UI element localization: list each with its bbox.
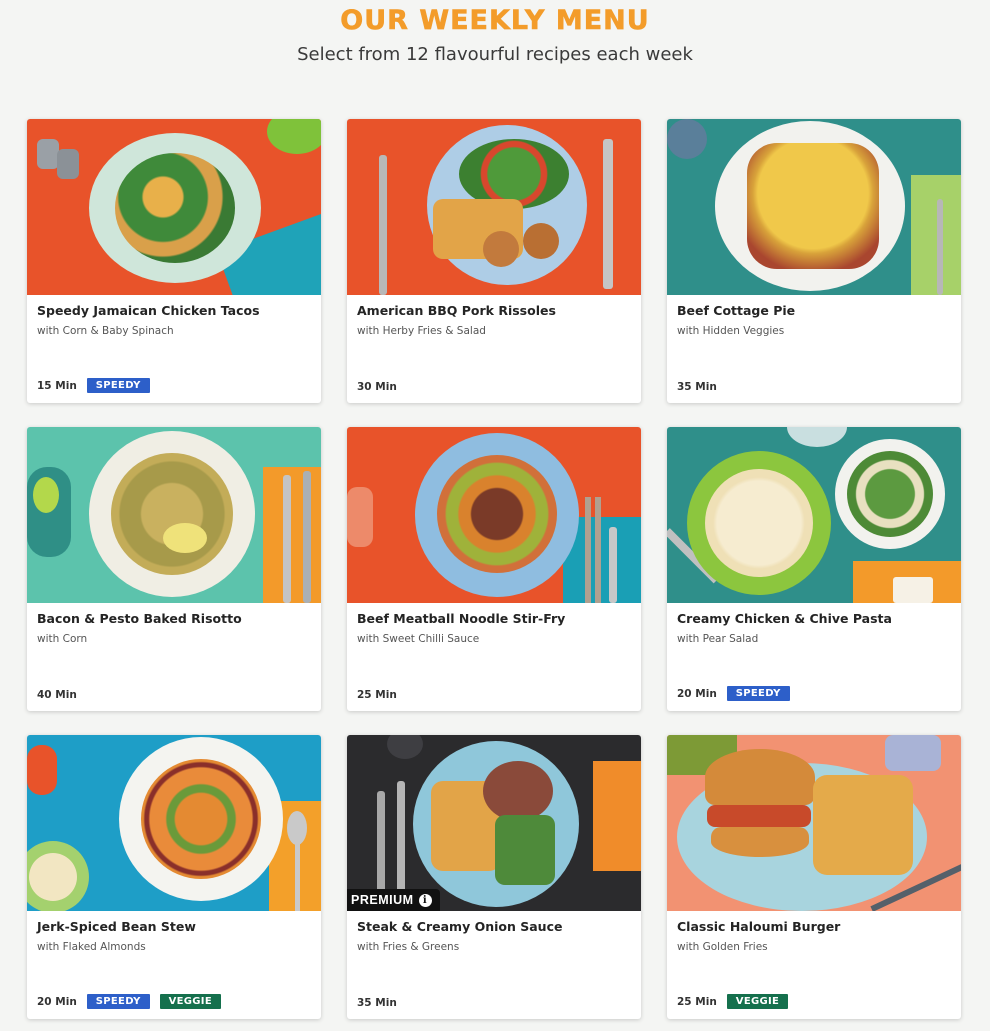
page-title: OUR WEEKLY MENU <box>340 5 650 37</box>
premium-label: PREMIUM <box>351 893 414 907</box>
veggie-tag: VEGGIE <box>726 994 789 1009</box>
recipe-card[interactable]: Jerk-Spiced Bean Stew with Flaked Almond… <box>27 735 321 1019</box>
recipe-subtitle: with Corn & Baby Spinach <box>37 325 174 337</box>
cook-time: 40 Min <box>37 689 77 701</box>
info-icon[interactable]: i <box>418 893 432 907</box>
recipe-photo <box>27 735 321 911</box>
page-subtitle: Select from 12 flavourful recipes each w… <box>297 44 693 65</box>
recipe-name[interactable]: Steak & Creamy Onion Sauce <box>357 920 631 934</box>
recipe-card[interactable]: Bacon & Pesto Baked Risotto with Corn 40… <box>27 427 321 711</box>
speedy-tag: SPEEDY <box>86 994 150 1009</box>
recipe-card[interactable]: Classic Haloumi Burger with Golden Fries… <box>667 735 961 1019</box>
recipe-name[interactable]: American BBQ Pork Rissoles <box>357 304 631 318</box>
recipe-name[interactable]: Creamy Chicken & Chive Pasta <box>677 612 951 626</box>
recipe-photo: PREMIUM i <box>347 735 641 911</box>
recipe-subtitle: with Herby Fries & Salad <box>357 325 486 337</box>
premium-badge[interactable]: PREMIUM i <box>347 889 440 911</box>
recipe-card[interactable]: Beef Meatball Noodle Stir-Fry with Sweet… <box>347 427 641 711</box>
recipe-subtitle: with Sweet Chilli Sauce <box>357 633 480 645</box>
recipe-subtitle: with Pear Salad <box>677 633 759 645</box>
recipe-name[interactable]: Jerk-Spiced Bean Stew <box>37 920 311 934</box>
cook-time: 20 Min <box>677 687 717 700</box>
recipe-photo <box>27 119 321 295</box>
recipe-subtitle: with Corn <box>37 633 88 645</box>
recipe-subtitle: with Hidden Veggies <box>677 325 785 337</box>
cook-time: 35 Min <box>357 997 397 1009</box>
recipe-name[interactable]: Classic Haloumi Burger <box>677 920 951 934</box>
recipe-photo <box>667 427 961 603</box>
recipe-name[interactable]: Speedy Jamaican Chicken Tacos <box>37 304 311 318</box>
recipe-subtitle: with Flaked Almonds <box>37 941 146 953</box>
recipe-photo <box>27 427 321 603</box>
recipe-subtitle: with Golden Fries <box>677 941 768 953</box>
recipe-subtitle: with Fries & Greens <box>357 941 460 953</box>
recipe-grid: Speedy Jamaican Chicken Tacos with Corn … <box>27 119 961 1019</box>
recipe-card[interactable]: Beef Cottage Pie with Hidden Veggies 35 … <box>667 119 961 403</box>
recipe-card[interactable]: American BBQ Pork Rissoles with Herby Fr… <box>347 119 641 403</box>
recipe-photo <box>667 735 961 911</box>
recipe-name[interactable]: Beef Meatball Noodle Stir-Fry <box>357 612 631 626</box>
menu-header: OUR WEEKLY MENU Select from 12 flavourfu… <box>0 0 990 65</box>
cook-time: 35 Min <box>677 381 717 393</box>
cook-time: 25 Min <box>357 689 397 701</box>
recipe-card[interactable]: PREMIUM i Steak & Creamy Onion Sauce wit… <box>347 735 641 1019</box>
speedy-tag: SPEEDY <box>86 378 150 393</box>
recipe-name[interactable]: Beef Cottage Pie <box>677 304 951 318</box>
recipe-photo <box>347 427 641 603</box>
speedy-tag: SPEEDY <box>726 686 790 701</box>
cook-time: 15 Min <box>37 379 77 392</box>
cook-time: 25 Min <box>677 995 717 1008</box>
cook-time: 20 Min <box>37 995 77 1008</box>
recipe-photo <box>667 119 961 295</box>
recipe-name[interactable]: Bacon & Pesto Baked Risotto <box>37 612 311 626</box>
recipe-card[interactable]: Creamy Chicken & Chive Pasta with Pear S… <box>667 427 961 711</box>
recipe-photo <box>347 119 641 295</box>
veggie-tag: VEGGIE <box>159 994 221 1009</box>
recipe-card[interactable]: Speedy Jamaican Chicken Tacos with Corn … <box>27 119 321 403</box>
cook-time: 30 Min <box>357 381 397 393</box>
